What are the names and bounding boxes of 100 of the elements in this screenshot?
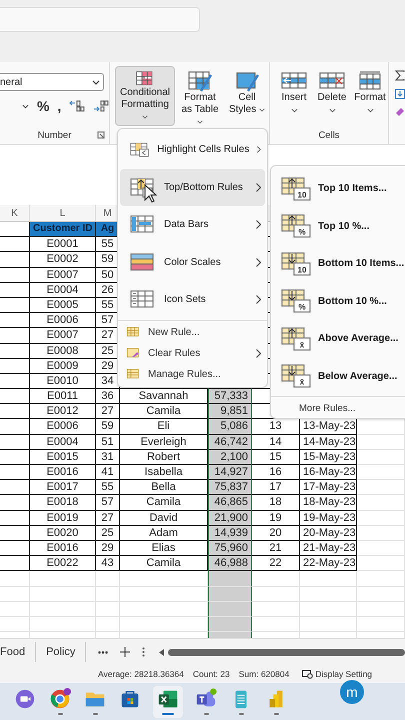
table-cell: 17 bbox=[252, 480, 300, 496]
table-cell bbox=[357, 556, 405, 572]
more-rules-item[interactable]: More Rules... bbox=[271, 398, 405, 418]
table-cell bbox=[357, 495, 405, 511]
menu-item[interactable]: Data Bars bbox=[120, 206, 265, 244]
table-cell: 57 bbox=[96, 495, 120, 511]
table-cell bbox=[252, 602, 300, 617]
sum-icon[interactable] bbox=[395, 70, 405, 81]
table-cell bbox=[0, 389, 30, 404]
menu-item[interactable]: 10 Bottom 10 Items... bbox=[271, 245, 405, 282]
caret-icon bbox=[92, 80, 100, 84]
table-cell bbox=[300, 586, 357, 602]
table-cell: E0007 bbox=[30, 328, 96, 344]
table-cell: E0017 bbox=[30, 480, 96, 496]
table-cell bbox=[0, 480, 30, 496]
table-cell: 29 bbox=[96, 540, 120, 556]
menu-item[interactable]: x̄ Above Average... bbox=[271, 320, 405, 358]
ribbon-button[interactable]: Insert bbox=[276, 66, 312, 118]
table-cell: E0007 bbox=[30, 268, 96, 283]
menu-item[interactable]: % Bottom 10 %... bbox=[271, 282, 405, 320]
table-cell bbox=[0, 556, 30, 572]
table-cell bbox=[357, 602, 405, 617]
table-cell bbox=[0, 434, 30, 450]
group-label: Number bbox=[38, 130, 72, 140]
menu-item[interactable]: Clear Rules bbox=[120, 342, 265, 364]
table-cell: 75,960 bbox=[208, 540, 252, 556]
table-cell bbox=[30, 586, 96, 602]
table-cell: E0010 bbox=[30, 374, 96, 390]
dialog-launcher-icon[interactable] bbox=[97, 131, 105, 139]
search-field[interactable] bbox=[0, 7, 200, 32]
decrease-decimal-icon[interactable] bbox=[93, 100, 109, 112]
ribbon-button[interactable]: Delete bbox=[314, 66, 350, 118]
options-icon[interactable] bbox=[142, 647, 146, 657]
table-cell bbox=[0, 510, 30, 526]
table-cell: 55 bbox=[96, 480, 120, 496]
column-header[interactable]: K bbox=[0, 205, 30, 221]
table-cell bbox=[357, 450, 405, 465]
table-cell: 20-May-23 bbox=[300, 526, 357, 541]
table-cell bbox=[0, 450, 30, 465]
menu-item[interactable]: Manage Rules... bbox=[120, 364, 265, 384]
increase-decimal-icon[interactable] bbox=[69, 100, 86, 112]
more-icon[interactable] bbox=[98, 650, 108, 654]
menu-item[interactable]: Icon Sets bbox=[120, 281, 265, 318]
taskbar-app[interactable] bbox=[48, 686, 72, 718]
table-cell: E0019 bbox=[30, 510, 96, 526]
ribbon-button[interactable]: Cell Styles bbox=[225, 66, 269, 119]
eraser-icon[interactable] bbox=[395, 107, 405, 117]
table-cell bbox=[0, 268, 30, 283]
ribbon-button[interactable]: Format bbox=[352, 66, 388, 118]
ribbon-icon bbox=[234, 71, 260, 92]
number-style-button[interactable]: , bbox=[57, 98, 62, 114]
menu-item[interactable]: Color Scales bbox=[120, 244, 265, 281]
rule-icon bbox=[130, 289, 156, 310]
table-cell bbox=[357, 510, 405, 526]
table-cell: E0006 bbox=[30, 313, 96, 328]
table-cell bbox=[208, 602, 252, 617]
scroll-left-icon[interactable] bbox=[159, 648, 164, 656]
table-cell bbox=[0, 328, 30, 344]
table-cell: 15 bbox=[252, 450, 300, 465]
table-cell: 21,900 bbox=[208, 510, 252, 526]
add-sheet-icon[interactable] bbox=[120, 647, 130, 657]
taskbar-app[interactable] bbox=[194, 686, 218, 718]
column-header[interactable]: L bbox=[30, 205, 96, 221]
table-cell: 41 bbox=[96, 465, 120, 480]
table-cell bbox=[357, 540, 405, 556]
display-settings-link[interactable]: Display Setting bbox=[315, 669, 372, 679]
table-cell: 5,086 bbox=[208, 419, 252, 435]
table-cell: 18-May-23 bbox=[300, 495, 357, 511]
menu-item[interactable]: Top/Bottom Rules bbox=[120, 168, 265, 206]
table-cell bbox=[0, 586, 30, 602]
table-cell: E0012 bbox=[30, 404, 96, 420]
table-cell bbox=[357, 465, 405, 480]
table-cell bbox=[0, 404, 30, 420]
scrollbar-thumb[interactable] bbox=[168, 648, 405, 656]
table-cell bbox=[0, 540, 30, 556]
menu-item[interactable]: New Rule... bbox=[120, 322, 265, 342]
number-style-button[interactable]: % bbox=[36, 98, 50, 114]
status-count: Count: 23 bbox=[192, 669, 230, 679]
taskbar-app[interactable] bbox=[153, 686, 183, 718]
caret-icon[interactable] bbox=[22, 104, 29, 108]
video-app-icon bbox=[14, 688, 36, 710]
ribbon-button[interactable]: Conditional Formatting bbox=[115, 66, 175, 126]
table-cell bbox=[252, 616, 300, 632]
table-cell: 31 bbox=[96, 450, 120, 465]
browser-app-icon bbox=[49, 688, 71, 710]
number-format-dropdown[interactable]: neral bbox=[0, 73, 104, 91]
table-cell bbox=[0, 282, 30, 298]
table-cell: 20 bbox=[252, 526, 300, 541]
sheet-tab[interactable]: Policy bbox=[36, 642, 86, 662]
table-cell: E0009 bbox=[30, 358, 96, 374]
menu-item[interactable]: Highlight Cells Rules bbox=[120, 131, 265, 168]
table-cell: E0018 bbox=[30, 495, 96, 511]
menu-item[interactable]: % Top 10 %... bbox=[271, 208, 405, 245]
menu-item[interactable]: 10 Top 10 Items... bbox=[271, 170, 405, 208]
fill-down-icon[interactable] bbox=[395, 89, 405, 99]
table-cell bbox=[208, 616, 252, 632]
table-cell: 46,865 bbox=[208, 495, 252, 511]
display-icon[interactable] bbox=[302, 670, 314, 678]
menu-item[interactable]: x̄ Below Average... bbox=[271, 358, 405, 395]
sheet-tab[interactable]: Food bbox=[0, 642, 36, 662]
